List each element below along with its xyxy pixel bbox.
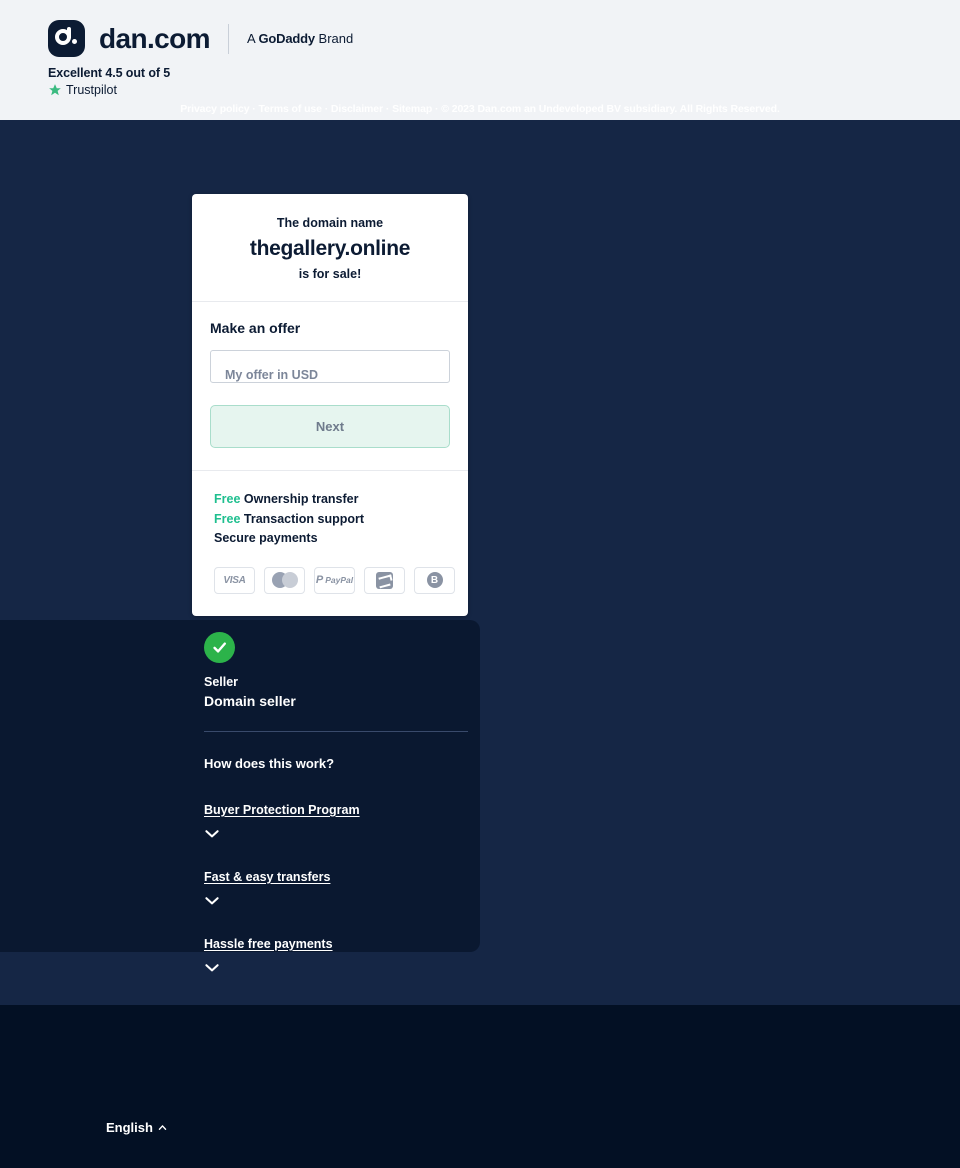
alipay-mark	[376, 571, 393, 589]
benefit-row: Free Transaction support	[214, 510, 446, 530]
paypal-mark: P PayPal	[316, 574, 353, 586]
footer-link-terms-of-use[interactable]: Terms of use	[259, 103, 322, 115]
site-header: dan.com A GoDaddy Brand Excellent 4.5 ou…	[0, 0, 960, 120]
payment-methods: VISA P PayPal B	[214, 566, 455, 594]
sep: ·	[249, 103, 259, 115]
footer-link-sitemap[interactable]: Sitemap	[392, 103, 432, 115]
footer-legal-line: Privacy policy · Terms of use · Disclaim…	[0, 103, 960, 115]
card-line-3: is for sale!	[298, 267, 362, 281]
mastercard-icon	[264, 566, 305, 594]
faq-question-buyer-protection[interactable]: Buyer Protection Program	[204, 803, 360, 817]
paypal-icon: P PayPal	[314, 566, 355, 594]
trustpilot-score: Excellent 4.5 out of 5	[48, 66, 171, 80]
check-glyph	[213, 642, 227, 653]
godaddy-prefix: A	[246, 31, 259, 46]
offer-amount-input[interactable]	[210, 350, 450, 383]
trustpilot-block: Excellent 4.5 out of 5 Trustpilot	[48, 66, 170, 97]
language-selector[interactable]: English	[106, 1120, 167, 1135]
faq-question-hassle-free-payments[interactable]: Hassle free payments	[204, 937, 333, 951]
paypal-p: P	[315, 574, 324, 586]
bitcoin-icon: B	[414, 566, 455, 594]
faq-title: How does this work?	[204, 756, 335, 771]
logo-wordmark[interactable]: dan.com	[99, 23, 211, 55]
seller-label: Seller	[204, 675, 239, 689]
benefit-text: Secure payments	[214, 531, 318, 545]
sep: ·	[432, 103, 442, 115]
benefit-row: Free Ownership transfer	[214, 490, 446, 510]
domain-name: thegallery.online	[249, 237, 411, 260]
bitcoin-mark: B	[426, 572, 443, 588]
dan-logo-icon[interactable]	[48, 20, 85, 57]
footer-link-disclaimer[interactable]: Disclaimer	[331, 103, 383, 115]
language-label: English	[106, 1120, 153, 1135]
faq-question-fast-transfers[interactable]: Fast & easy transfers	[204, 870, 330, 884]
trustpilot-brand[interactable]: Trustpilot	[48, 83, 170, 97]
verified-check-icon	[204, 632, 235, 663]
card-benefits: Free Ownership transfer Free Transaction…	[192, 471, 468, 616]
make-offer-title: Make an offer	[210, 320, 301, 336]
footer-link-privacy-policy[interactable]: Privacy policy	[180, 103, 249, 115]
chevron-up-icon	[158, 1125, 167, 1130]
sep: ·	[321, 103, 331, 115]
faq-item: Buyer Protection Program	[204, 801, 480, 840]
card-header: The domain name thegallery.online is for…	[192, 194, 468, 302]
panel-divider	[204, 731, 468, 732]
godaddy-brand-line: A GoDaddy Brand	[247, 31, 353, 46]
domain-offer-card: The domain name thegallery.online is for…	[192, 194, 468, 616]
faq-item: Hassle free payments	[204, 935, 480, 974]
star-icon	[49, 84, 61, 96]
benefit-text: Transaction support	[240, 511, 365, 526]
visa-label: VISA	[223, 574, 246, 586]
benefit-text: Ownership transfer	[240, 492, 359, 506]
site-footer	[0, 1005, 960, 1168]
sep: ·	[383, 103, 393, 115]
benefit-row: Secure payments	[214, 529, 446, 549]
chevron-down-icon[interactable]	[204, 962, 220, 974]
trustpilot-name: Trustpilot	[66, 83, 117, 97]
next-button[interactable]: Next	[210, 405, 450, 448]
mastercard-circles	[271, 572, 298, 588]
footer-copyright: © 2023 Dan.com an Undeveloped BV subsidi…	[441, 103, 780, 115]
card-offer-form: Make an offer Next	[192, 302, 468, 471]
brand-row: dan.com A GoDaddy Brand	[48, 20, 353, 57]
logo-tail	[67, 27, 71, 39]
paypal-label: PayPal	[325, 575, 354, 585]
seller-faq-panel: Seller Domain seller How does this work?…	[0, 620, 480, 972]
seller-name: Domain seller	[204, 693, 296, 709]
godaddy-suffix: Brand	[314, 31, 354, 46]
alipay-icon	[364, 566, 405, 594]
card-line-1: The domain name	[276, 216, 384, 230]
chevron-down-icon[interactable]	[204, 828, 220, 840]
brand-divider	[227, 23, 229, 54]
visa-icon: VISA	[214, 566, 255, 594]
logo-dot	[72, 39, 77, 44]
benefit-free-tag: Free	[214, 492, 241, 506]
faq-item: Fast & easy transfers	[204, 868, 480, 907]
chevron-down-icon[interactable]	[204, 895, 220, 907]
benefit-free-tag: Free	[214, 511, 241, 526]
godaddy-name: GoDaddy	[258, 31, 316, 46]
